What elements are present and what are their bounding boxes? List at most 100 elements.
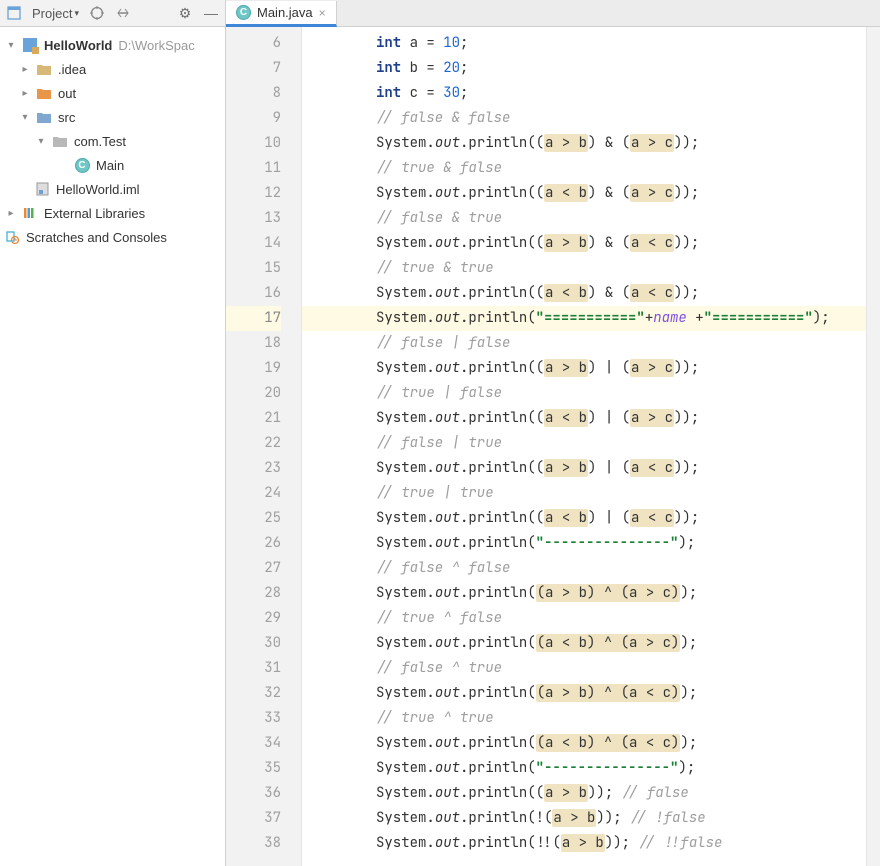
tree-package[interactable]: ▾ com.Test [0,129,225,153]
gutter-line[interactable]: 24 [226,481,281,506]
code-line[interactable]: System.out.println("==========="+name +"… [302,306,866,331]
chevron-right-icon[interactable]: ▸ [18,64,32,75]
gutter-line[interactable]: 33 [226,706,281,731]
code-line[interactable]: System.out.println(!(a > b)); // !false [302,806,866,831]
code-line[interactable]: System.out.println((a > b) & (a > c)); [302,131,866,156]
tree-main-class[interactable]: C Main [0,153,225,177]
code-line[interactable]: // true ^ true [302,706,866,731]
gutter-line[interactable]: 6 [226,31,281,56]
code-line[interactable]: int b = 20; [302,56,866,81]
close-icon[interactable]: × [319,6,326,20]
gutter-line[interactable]: 30 [226,631,281,656]
gutter-line[interactable]: 21 [226,406,281,431]
gutter-line[interactable]: 37 [226,806,281,831]
code-line[interactable]: System.out.println((a > b) ^ (a > c)); [302,581,866,606]
gutter-line[interactable]: 16 [226,281,281,306]
gutter-line[interactable]: 14 [226,231,281,256]
tree-src[interactable]: ▾ src [0,105,225,129]
gutter-line[interactable]: 10 [226,131,281,156]
gutter-line[interactable]: 36 [226,781,281,806]
target-icon[interactable] [89,5,105,21]
gutter-line[interactable]: 15 [226,256,281,281]
gutter-line[interactable]: 8 [226,81,281,106]
chevron-right-icon[interactable]: ▸ [4,208,18,219]
editor-code-area[interactable]: int a = 10;int b = 20;int c = 30;// fals… [302,27,866,866]
code-line[interactable]: System.out.println((a > b) | (a < c)); [302,456,866,481]
gutter-line[interactable]: 28 [226,581,281,606]
code-line[interactable]: // true ^ false [302,606,866,631]
chevron-down-icon[interactable]: ▾ [18,112,32,123]
chevron-down-icon[interactable]: ▾ [34,136,48,147]
code-line[interactable]: int a = 10; [302,31,866,56]
gutter-line[interactable]: 22 [226,431,281,456]
code-line[interactable]: System.out.println("---------------"); [302,756,866,781]
folder-out-icon [36,85,52,101]
tab-main-java[interactable]: C Main.java × [226,1,337,27]
code-line[interactable]: System.out.println((a > b) ^ (a < c)); [302,681,866,706]
tree-label: com.Test [74,134,126,149]
scratches-icon [4,229,20,245]
code-line[interactable]: // false | false [302,331,866,356]
editor-gutter[interactable]: 6789101112131415161718192021222324252627… [226,27,302,866]
gutter-line[interactable]: 9 [226,106,281,131]
gutter-line[interactable]: 12 [226,181,281,206]
gutter-line[interactable]: 35 [226,756,281,781]
code-line[interactable]: System.out.println((a < b) | (a < c)); [302,506,866,531]
code-line[interactable]: System.out.println("---------------"); [302,531,866,556]
tree-label: out [58,86,76,101]
tree-scratches[interactable]: Scratches and Consoles [0,225,225,249]
chevron-down-icon[interactable]: ▾ [4,40,18,51]
code-line[interactable]: // false & false [302,106,866,131]
code-line[interactable]: System.out.println((a < b) ^ (a < c)); [302,731,866,756]
tree-idea[interactable]: ▸ .idea [0,57,225,81]
gutter-line[interactable]: 20 [226,381,281,406]
gutter-line[interactable]: 13 [226,206,281,231]
gutter-line[interactable]: 29 [226,606,281,631]
chevron-right-icon[interactable]: ▸ [18,88,32,99]
code-line[interactable]: // true & false [302,156,866,181]
gutter-line[interactable]: 19 [226,356,281,381]
code-line[interactable]: int c = 30; [302,81,866,106]
tree-iml[interactable]: HelloWorld.iml [0,177,225,201]
code-line[interactable]: System.out.println((a > b) | (a > c)); [302,356,866,381]
code-line[interactable]: // false ^ false [302,556,866,581]
gutter-line[interactable]: 26 [226,531,281,556]
project-window-icon [6,5,22,21]
code-line[interactable]: // false & true [302,206,866,231]
code-line[interactable]: System.out.println((a > b)); // false [302,781,866,806]
gear-icon[interactable]: ⚙ [177,5,193,21]
code-line[interactable]: System.out.println((a > b) & (a < c)); [302,231,866,256]
gutter-line[interactable]: 32 [226,681,281,706]
tree-external-libs[interactable]: ▸ External Libraries [0,201,225,225]
gutter-line[interactable]: 18 [226,331,281,356]
gutter-line[interactable]: 31 [226,656,281,681]
gutter-line[interactable]: 7 [226,56,281,81]
gutter-line[interactable]: 38 [226,831,281,856]
code-line[interactable]: System.out.println((a < b) & (a > c)); [302,181,866,206]
gutter-line[interactable]: 25 [226,506,281,531]
vertical-scrollbar[interactable] [866,27,880,866]
code-line[interactable]: // true | false [302,381,866,406]
gutter-line[interactable]: 17 [226,306,281,331]
gutter-line[interactable]: 34 [226,731,281,756]
code-line[interactable]: // true | true [302,481,866,506]
tree-root-name: HelloWorld [44,38,112,53]
project-tool-label[interactable]: Project ▾ [32,6,79,21]
project-tree[interactable]: ▾ HelloWorld D:\WorkSpac ▸ .idea ▸ out [0,27,226,866]
code-editor[interactable]: 6789101112131415161718192021222324252627… [226,27,880,866]
code-line[interactable]: // false ^ true [302,656,866,681]
minimize-icon[interactable]: — [203,5,219,21]
gutter-line[interactable]: 23 [226,456,281,481]
code-line[interactable]: System.out.println((a < b) | (a > c)); [302,406,866,431]
tree-root[interactable]: ▾ HelloWorld D:\WorkSpac [0,33,225,57]
code-line[interactable]: System.out.println(!!(a > b)); // !!fals… [302,831,866,856]
tree-label: HelloWorld.iml [56,182,140,197]
gutter-line[interactable]: 27 [226,556,281,581]
collapse-icon[interactable] [115,5,131,21]
gutter-line[interactable]: 11 [226,156,281,181]
code-line[interactable]: // true & true [302,256,866,281]
tree-out[interactable]: ▸ out [0,81,225,105]
code-line[interactable]: System.out.println((a < b) & (a < c)); [302,281,866,306]
code-line[interactable]: // false | true [302,431,866,456]
code-line[interactable]: System.out.println((a < b) ^ (a > c)); [302,631,866,656]
